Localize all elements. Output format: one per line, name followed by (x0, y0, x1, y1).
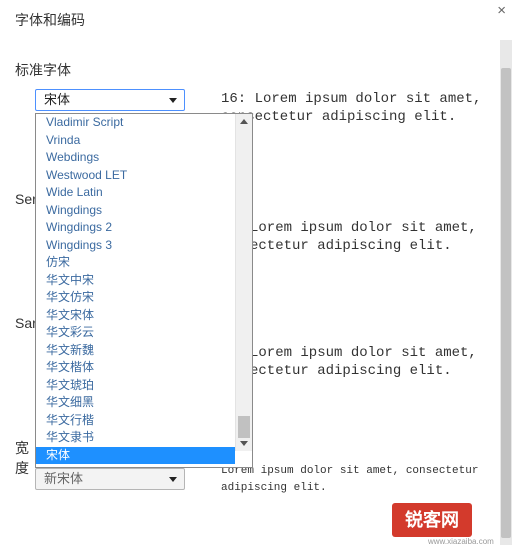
dropdown-option[interactable]: 仿宋 (36, 254, 235, 272)
sans-preview-line-1: Lorem ipsum dolor sit amet, (250, 345, 477, 361)
chevron-down-icon (169, 477, 177, 482)
sans-preview-line-2: ectetur adipiscing elit. (250, 363, 452, 379)
dropdown-option[interactable]: Wingdings 3 (36, 237, 235, 255)
dropdown-option[interactable]: 宋体 (36, 446, 235, 464)
standard-font-preview-line-2: consectetur adipiscing elit. (221, 109, 457, 125)
dropdown-option[interactable]: 华文新魏 (36, 342, 235, 360)
dropdown-option[interactable]: 华文细黑 (36, 394, 235, 412)
standard-font-select-value: 宋体 (44, 92, 71, 107)
dropdown-option[interactable]: 华文隶书 (36, 429, 235, 447)
sans-serif-font-label: Sar (15, 315, 37, 331)
serif-preview-line-2: ectetur adipiscing elit. (250, 238, 452, 254)
chevron-down-icon (169, 98, 177, 103)
watermark-url: www.xiazaiba.com (428, 537, 494, 546)
serif-font-label: Ser (15, 191, 37, 207)
dropdown-option[interactable]: 华文楷体 (36, 359, 235, 377)
dropdown-option[interactable]: Wingdings 2 (36, 219, 235, 237)
dropdown-options: Vladimir Script Vrinda Webdings Westwood LE… (36, 114, 235, 464)
scroll-down-arrow-icon[interactable] (240, 441, 248, 446)
dropdown-option[interactable]: 华文琥珀 (36, 377, 235, 395)
dropdown-option[interactable]: Vrinda (36, 132, 235, 150)
fixed-width-preview-line-1: Lorem ipsum dolor sit amet, consectetur (221, 465, 479, 477)
scroll-up-arrow-icon[interactable] (240, 119, 248, 124)
scroll-thumb[interactable] (238, 416, 250, 438)
serif-preview-line-1: Lorem ipsum dolor sit amet, (250, 220, 477, 236)
fixed-width-font-select-value: 新宋体 (44, 471, 84, 486)
dropdown-option[interactable]: 华文彩云 (36, 324, 235, 342)
dropdown-option[interactable]: Webdings (36, 149, 235, 167)
dropdown-option[interactable]: 华文行楷 (36, 412, 235, 430)
dropdown-option[interactable]: 华文仿宋 (36, 289, 235, 307)
dropdown-option[interactable]: 华文中宋 (36, 272, 235, 290)
dropdown-option[interactable]: Vladimir Script (36, 114, 235, 132)
standard-font-select[interactable]: 宋体 (35, 89, 185, 111)
fixed-width-font-select[interactable]: 新宋体 (35, 468, 185, 490)
dropdown-option[interactable]: Westwood LET (36, 167, 235, 185)
dialog-title: 字体和编码 (15, 12, 85, 28)
dropdown-option[interactable]: Wide Latin (36, 184, 235, 202)
dropdown-option[interactable]: Wingdings (36, 202, 235, 220)
dropdown-scrollbar[interactable] (235, 114, 252, 451)
page-scroll-thumb[interactable] (501, 68, 511, 538)
font-dropdown-list[interactable]: Vladimir Script Vrinda Webdings Westwood LE… (35, 113, 253, 468)
watermark-logo: 锐客网 (392, 503, 472, 537)
standard-font-preview-line-1: 16: Lorem ipsum dolor sit amet, (221, 91, 482, 107)
section-title-standard-font: 标准字体 (15, 62, 71, 78)
dropdown-option[interactable]: 华文宋体 (36, 307, 235, 325)
fixed-width-font-label: 宽度 (15, 440, 29, 476)
fixed-width-preview-line-2: adipiscing elit. (221, 482, 327, 494)
close-icon[interactable]: × (497, 2, 506, 19)
page-scrollbar[interactable] (500, 40, 512, 545)
